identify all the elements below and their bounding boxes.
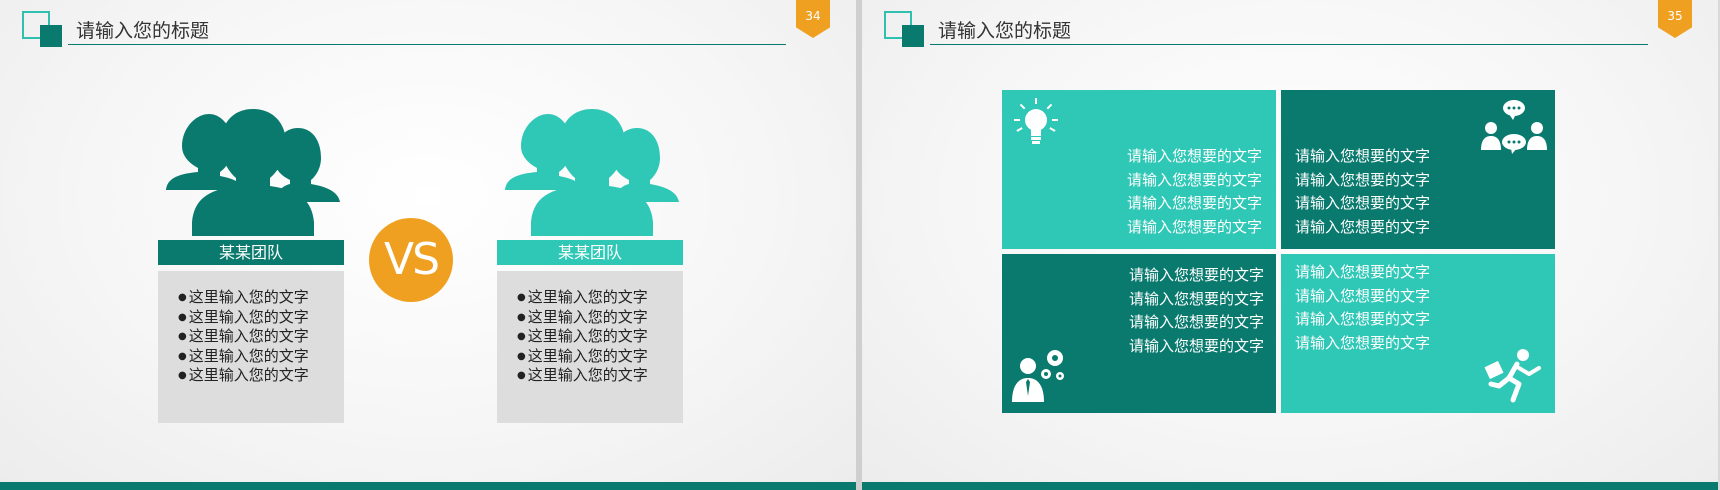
team-label-left: 某某团队 [158, 240, 344, 265]
list-item: 这里输入您的文字 [178, 288, 344, 308]
list-item: 这里输入您的文字 [178, 347, 344, 367]
bottom-bar [0, 482, 856, 490]
list-item: 这里输入您的文字 [517, 327, 683, 347]
team-list-right: 这里输入您的文字 这里输入您的文字 这里输入您的文字 这里输入您的文字 这里输入… [497, 271, 683, 423]
list-item: 这里输入您的文字 [178, 327, 344, 347]
page-number-badge: 34 [796, 0, 830, 38]
cell-text: 请输入您想要的文字 请输入您想要的文字 请输入您想要的文字 请输入您想要的文字 [1127, 145, 1262, 239]
cell-text-line: 请输入您想要的文字 [1126, 170, 1262, 189]
list-item: 这里输入您的文字 [517, 347, 683, 367]
header-square-fill [40, 25, 62, 47]
running-man-icon [1484, 349, 1541, 403]
list-item: 这里输入您的文字 [517, 288, 683, 308]
list-item: 这里输入您的文字 [517, 308, 683, 328]
lightbulb-icon [1014, 98, 1058, 144]
cell-text-line: 请输入您想要的文字 [1295, 333, 1431, 352]
grid-cell-bottom-right: 请输入您想要的文字 请输入您想要的文字 请输入您想要的文字 请输入您想要的文字 [1281, 254, 1555, 413]
cell-text-line: 请输入您想要的文字 [1128, 289, 1264, 308]
slide-title: 请输入您的标题 [76, 20, 210, 42]
header-square-fill [902, 25, 924, 47]
list-item: 这里输入您的文字 [517, 366, 683, 386]
cell-text: 请输入您想要的文字 请输入您想要的文字 请输入您想要的文字 请输入您想要的文字 [1129, 264, 1264, 358]
cell-text: 请输入您想要的文字 请输入您想要的文字 请输入您想要的文字 请输入您想要的文字 [1295, 261, 1430, 355]
grid-cell-top-left: 请输入您想要的文字 请输入您想要的文字 请输入您想要的文字 请输入您想要的文字 [1002, 90, 1276, 249]
cell-text-line: 请输入您想要的文字 [1295, 147, 1431, 165]
cell-text-line: 请输入您想要的文字 [1128, 266, 1264, 284]
cell-text-line: 请输入您想要的文字 [1128, 313, 1264, 331]
team-icon [505, 109, 679, 236]
cell-text-line: 请输入您想要的文字 [1126, 217, 1262, 236]
cell-text-line: 请输入您想要的文字 [1128, 336, 1264, 355]
cell-text-line: 请输入您想要的文字 [1126, 194, 1262, 212]
page-number-badge: 35 [1658, 0, 1692, 38]
list-item: 这里输入您的文字 [178, 308, 344, 328]
team-label-right: 某某团队 [497, 240, 683, 265]
list-item: 这里输入您的文字 [178, 366, 344, 386]
discussion-icon [1481, 100, 1547, 154]
cell-text-line: 请输入您想要的文字 [1126, 147, 1262, 165]
slide-34: 请输入您的标题 34 某某团队 这里输入您的文字 这里输入您的文字 这里输入您的… [0, 0, 856, 490]
bottom-bar [862, 482, 1718, 490]
cell-text: 请输入您想要的文字 请输入您想要的文字 请输入您想要的文字 请输入您想要的文字 [1295, 145, 1430, 239]
slide-35: 请输入您的标题 35 请输入您想要的文字 请输入您想要的文字 请输入您想要的文字 [862, 0, 1718, 490]
header-underline [68, 44, 786, 45]
cell-text-line: 请输入您想要的文字 [1295, 310, 1431, 328]
cell-text-line: 请输入您想要的文字 [1295, 170, 1431, 189]
header-underline [930, 44, 1648, 45]
businessman-gears-icon [1012, 350, 1064, 402]
cell-text-line: 请输入您想要的文字 [1295, 194, 1431, 212]
cell-text-line: 请输入您想要的文字 [1295, 263, 1431, 281]
team-list-left: 这里输入您的文字 这里输入您的文字 这里输入您的文字 这里输入您的文字 这里输入… [158, 271, 344, 423]
grid-cell-top-right: 请输入您想要的文字 请输入您想要的文字 请输入您想要的文字 请输入您想要的文字 [1281, 90, 1555, 249]
cell-text-line: 请输入您想要的文字 [1295, 286, 1431, 305]
slide-title: 请输入您的标题 [938, 20, 1072, 42]
grid-cell-bottom-left: 请输入您想要的文字 请输入您想要的文字 请输入您想要的文字 请输入您想要的文字 [1002, 254, 1276, 413]
team-icon [166, 109, 340, 236]
vs-badge: VS [369, 218, 453, 302]
cell-text-line: 请输入您想要的文字 [1295, 217, 1431, 236]
